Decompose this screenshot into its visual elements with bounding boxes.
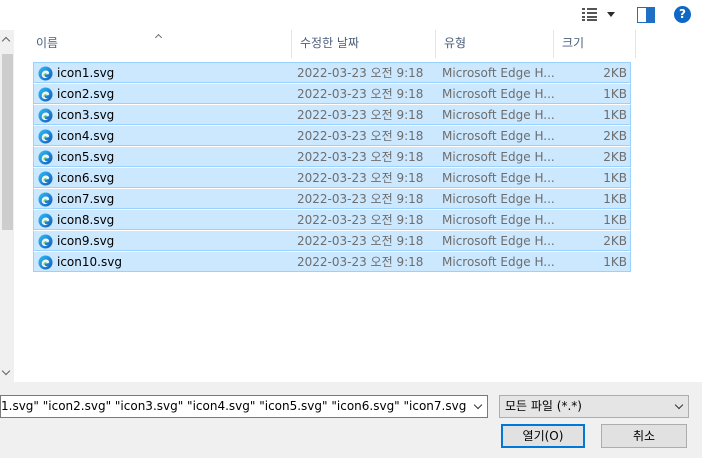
file-date: 2022-03-23 오전 9:18 — [297, 234, 424, 248]
edge-html-icon — [38, 150, 53, 165]
file-row[interactable]: icon1.svg 2022-03-23 오전 9:18 Microsoft Edg… — [33, 62, 631, 83]
sort-ascending-icon — [155, 33, 162, 40]
edge-html-icon — [38, 87, 53, 102]
file-date: 2022-03-23 오전 9:18 — [297, 66, 424, 80]
file-type: Microsoft Edge H... — [442, 171, 554, 185]
file-size: 1KB — [603, 192, 627, 206]
file-name: icon4.svg — [57, 129, 115, 143]
change-view-button[interactable] — [582, 7, 620, 23]
file-date: 2022-03-23 오전 9:18 — [297, 150, 424, 164]
bottom-panel: 1.svg" "icon2.svg" "icon3.svg" "icon4.sv… — [0, 382, 702, 458]
file-name: icon7.svg — [57, 192, 115, 206]
file-date: 2022-03-23 오전 9:18 — [297, 171, 424, 185]
file-name: icon5.svg — [57, 150, 115, 164]
column-label-type: 유형 — [444, 36, 467, 50]
file-size: 1KB — [603, 171, 627, 185]
file-type: Microsoft Edge H... — [442, 192, 554, 206]
cancel-button[interactable]: 취소 — [601, 424, 687, 448]
file-row[interactable]: icon2.svg 2022-03-23 오전 9:18 Microsoft Edg… — [33, 83, 631, 104]
preview-pane-icon[interactable] — [637, 7, 655, 23]
column-header-date[interactable]: 수정한 날짜 — [292, 30, 436, 58]
filename-combobox[interactable]: 1.svg" "icon2.svg" "icon3.svg" "icon4.sv… — [0, 395, 488, 418]
file-type: Microsoft Edge H... — [442, 129, 554, 143]
filetype-select[interactable]: 모든 파일 (*.*) — [499, 395, 689, 418]
scroll-thumb[interactable] — [2, 54, 13, 230]
file-type: Microsoft Edge H... — [442, 87, 554, 101]
filetype-value: 모든 파일 (*.*) — [505, 399, 582, 413]
edge-html-icon — [38, 234, 53, 249]
file-name: icon3.svg — [57, 108, 115, 122]
file-rows: icon1.svg 2022-03-23 오전 9:18 Microsoft Edg… — [33, 62, 631, 272]
column-header: 이름 수정한 날짜 유형 크기 — [14, 30, 636, 58]
file-size: 1KB — [603, 87, 627, 101]
file-name: icon2.svg — [57, 87, 115, 101]
edge-html-icon — [38, 108, 53, 123]
column-header-size[interactable]: 크기 — [554, 30, 636, 58]
file-row[interactable]: icon4.svg 2022-03-23 오전 9:18 Microsoft Edg… — [33, 125, 631, 146]
file-row[interactable]: icon5.svg 2022-03-23 오전 9:18 Microsoft Edg… — [33, 146, 631, 167]
open-button[interactable]: 열기(O) — [501, 424, 585, 448]
column-label-size: 크기 — [562, 36, 585, 50]
file-name: icon10.svg — [57, 255, 122, 269]
scroll-up-icon[interactable] — [0, 34, 14, 48]
file-row[interactable]: icon10.svg 2022-03-23 오전 9:18 Microsoft Ed… — [33, 251, 631, 272]
file-date: 2022-03-23 오전 9:18 — [297, 129, 424, 143]
file-name: icon8.svg — [57, 213, 115, 227]
toolbar: ? — [0, 0, 702, 30]
scroll-down-icon[interactable] — [0, 366, 14, 380]
file-type: Microsoft Edge H... — [442, 150, 554, 164]
file-name: icon1.svg — [57, 66, 115, 80]
file-date: 2022-03-23 오전 9:18 — [297, 87, 424, 101]
file-row[interactable]: icon9.svg 2022-03-23 오전 9:18 Microsoft Edg… — [33, 230, 631, 251]
file-date: 2022-03-23 오전 9:18 — [297, 192, 424, 206]
column-header-type[interactable]: 유형 — [436, 30, 554, 58]
file-type: Microsoft Edge H... — [442, 234, 554, 248]
chevron-down-icon — [607, 12, 615, 17]
edge-html-icon — [38, 66, 53, 81]
file-name: icon9.svg — [57, 234, 115, 248]
vertical-scrollbar[interactable] — [0, 30, 14, 382]
file-row[interactable]: icon6.svg 2022-03-23 오전 9:18 Microsoft Edg… — [33, 167, 631, 188]
chevron-down-icon[interactable] — [473, 400, 483, 410]
edge-html-icon — [38, 129, 53, 144]
details-view-icon — [582, 8, 597, 21]
file-size: 2KB — [603, 66, 627, 80]
file-size: 2KB — [603, 129, 627, 143]
file-size: 2KB — [603, 234, 627, 248]
file-size: 1KB — [603, 108, 627, 122]
file-date: 2022-03-23 오전 9:18 — [297, 255, 424, 269]
edge-html-icon — [38, 255, 53, 270]
edge-html-icon — [38, 213, 53, 228]
file-name: icon6.svg — [57, 171, 115, 185]
column-label-name: 이름 — [36, 36, 59, 50]
file-type: Microsoft Edge H... — [442, 66, 554, 80]
edge-html-icon — [38, 192, 53, 207]
help-icon[interactable]: ? — [674, 6, 691, 23]
file-size: 1KB — [603, 213, 627, 227]
chevron-down-icon[interactable] — [674, 400, 684, 410]
file-row[interactable]: icon3.svg 2022-03-23 오전 9:18 Microsoft Edg… — [33, 104, 631, 125]
column-label-date: 수정한 날짜 — [300, 36, 360, 50]
file-size: 1KB — [603, 255, 627, 269]
file-date: 2022-03-23 오전 9:18 — [297, 213, 424, 227]
file-row[interactable]: icon7.svg 2022-03-23 오전 9:18 Microsoft Edg… — [33, 188, 631, 209]
file-type: Microsoft Edge H... — [442, 108, 554, 122]
filename-input[interactable]: 1.svg" "icon2.svg" "icon3.svg" "icon4.sv… — [1, 396, 467, 417]
file-date: 2022-03-23 오전 9:18 — [297, 108, 424, 122]
file-row[interactable]: icon8.svg 2022-03-23 오전 9:18 Microsoft Edg… — [33, 209, 631, 230]
file-type: Microsoft Edge H... — [442, 255, 554, 269]
file-size: 2KB — [603, 150, 627, 164]
file-type: Microsoft Edge H... — [442, 213, 554, 227]
edge-html-icon — [38, 171, 53, 186]
